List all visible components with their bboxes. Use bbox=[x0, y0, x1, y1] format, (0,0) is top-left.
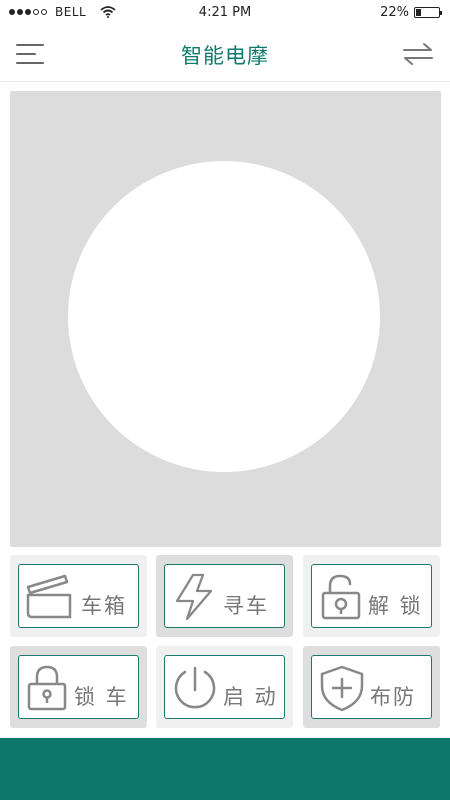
battery-percent: 22% bbox=[380, 5, 409, 20]
lock-button-frame: 锁 车 bbox=[18, 655, 139, 719]
swap-arrows-icon[interactable] bbox=[402, 40, 434, 68]
lock-button-label: 锁 车 bbox=[74, 685, 129, 709]
lightning-icon bbox=[175, 573, 213, 621]
unlock-button-label: 解 锁 bbox=[368, 594, 423, 618]
page-title: 智能电摩 bbox=[181, 44, 269, 68]
arm-alarm-button-frame: 布防 bbox=[311, 655, 432, 719]
bottom-bar bbox=[0, 738, 450, 800]
arm-alarm-button-label: 布防 bbox=[370, 685, 416, 709]
status-right: 22% bbox=[380, 5, 442, 20]
header: 智能电摩 bbox=[0, 26, 450, 82]
lock-icon bbox=[27, 665, 67, 711]
find-vehicle-button[interactable]: 寻车 bbox=[156, 555, 293, 637]
find-vehicle-button-frame: 寻车 bbox=[164, 564, 285, 628]
lock-button[interactable]: 锁 车 bbox=[10, 646, 147, 728]
power-icon bbox=[174, 666, 216, 709]
trunk-button-frame: 车箱 bbox=[18, 564, 139, 628]
status-bar: BELL 4:21 PM 22% bbox=[0, 0, 450, 26]
unlock-button-frame: 解 锁 bbox=[311, 564, 432, 628]
trunk-icon bbox=[26, 574, 72, 619]
arm-alarm-button[interactable]: 布防 bbox=[303, 646, 440, 728]
start-button-frame: 启 动 bbox=[164, 655, 285, 719]
unlock-icon bbox=[321, 574, 361, 620]
vehicle-display-panel bbox=[10, 91, 441, 547]
trunk-button[interactable]: 车箱 bbox=[10, 555, 147, 637]
shield-plus-icon bbox=[320, 665, 364, 712]
find-vehicle-button-label: 寻车 bbox=[223, 594, 269, 618]
start-button-label: 启 动 bbox=[223, 685, 278, 709]
vehicle-status-circle bbox=[68, 161, 380, 472]
unlock-button[interactable]: 解 锁 bbox=[303, 555, 440, 637]
start-button[interactable]: 启 动 bbox=[156, 646, 293, 728]
trunk-button-label: 车箱 bbox=[81, 594, 127, 618]
battery-icon bbox=[414, 7, 442, 18]
